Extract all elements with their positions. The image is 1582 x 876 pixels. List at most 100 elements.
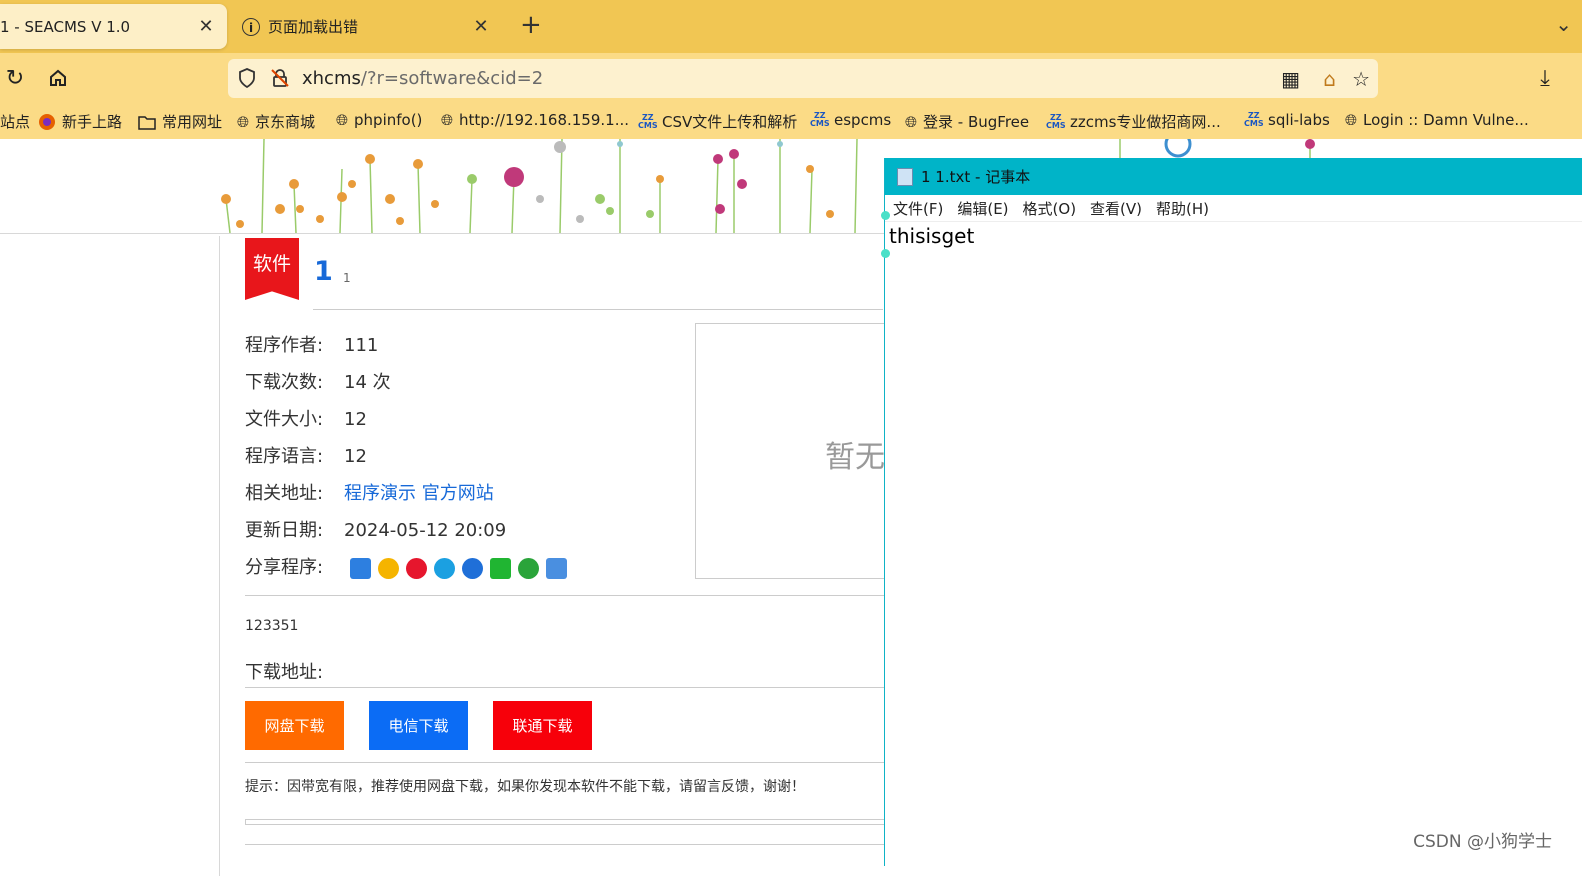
- bookmark-item[interactable]: ZZ CMS CSV文件上传和解析: [638, 111, 797, 132]
- share-print-icon[interactable]: [545, 557, 567, 579]
- bookmark-item[interactable]: 新手上路: [38, 111, 122, 132]
- no-image-text: 暂无: [825, 440, 885, 475]
- download-label: 下载地址:: [245, 662, 324, 683]
- bookmark-item[interactable]: 🌐︎ http://192.168.159.1...: [441, 111, 629, 129]
- notepad-menu-bar: 文件(F) 编辑(E) 格式(O) 查看(V) 帮助(H): [885, 195, 1582, 222]
- bookmark-item[interactable]: 常用网址: [138, 111, 222, 132]
- menu-edit[interactable]: 编辑(E): [957, 198, 1008, 219]
- demo-link[interactable]: 程序演示: [344, 483, 416, 504]
- close-tab-icon[interactable]: ✕: [193, 16, 219, 37]
- info-label: 文件大小:: [245, 409, 324, 430]
- nav-bar: ↻ xhcms/?r=software&cid=2 ▦ ⌂ ☆ ⤓: [0, 53, 1582, 104]
- selection-handle[interactable]: [881, 249, 890, 258]
- qr-code-icon[interactable]: ▦: [1281, 67, 1300, 91]
- menu-file[interactable]: 文件(F): [893, 198, 943, 219]
- share-kaixin-icon[interactable]: [517, 557, 539, 579]
- info-value: 12: [344, 409, 367, 430]
- zzcms-icon: ZZ CMS: [638, 112, 658, 130]
- divider: [245, 595, 885, 596]
- info-label: 分享程序:: [245, 557, 324, 578]
- divider: [245, 844, 885, 845]
- share-qzone-icon[interactable]: [377, 557, 399, 579]
- bookmark-item[interactable]: ZZ CMS sqli-labs: [1244, 111, 1330, 129]
- notepad-title: 1 1.txt - 记事本: [921, 168, 1031, 186]
- bookmark-label: 京东商城: [255, 113, 316, 131]
- url-host: xhcms: [302, 68, 361, 89]
- selection-handle[interactable]: [881, 211, 890, 220]
- download-icon[interactable]: ⤓: [1530, 63, 1560, 93]
- bookmark-label: 站点: [0, 113, 31, 131]
- info-icon: i: [242, 17, 260, 36]
- telecom-download-button[interactable]: 电信下载: [369, 701, 468, 750]
- house-icon[interactable]: ⌂: [1323, 67, 1336, 91]
- star-icon[interactable]: ☆: [1352, 67, 1370, 91]
- bookmark-label: CSV文件上传和解析: [662, 113, 798, 131]
- bookmark-item[interactable]: ZZ CMS zzcms专业做招商网...: [1046, 111, 1221, 132]
- bookmark-item[interactable]: 站点: [0, 111, 30, 132]
- share-more-icon[interactable]: [349, 557, 371, 579]
- watermark: CSDN @小狗学士: [1413, 832, 1552, 852]
- info-date: 更新日期: 2024-05-12 20:09: [245, 516, 506, 542]
- bookmark-item[interactable]: 🌐︎ phpinfo(): [336, 111, 422, 129]
- divider: [245, 687, 885, 688]
- comment-box: [245, 819, 885, 825]
- bookmark-label: 常用网址: [162, 113, 223, 131]
- tab-seacms[interactable]: 1 - SEACMS V 1.0 ✕: [0, 4, 227, 49]
- bookmark-label: phpinfo(): [354, 111, 423, 129]
- address-bar[interactable]: xhcms/?r=software&cid=2 ▦ ⌂ ☆: [228, 59, 1378, 98]
- bookmark-label: zzcms专业做招商网...: [1070, 113, 1221, 131]
- tab-title: 页面加载出错: [268, 18, 359, 36]
- globe-icon: 🌐︎: [336, 111, 349, 129]
- info-value: 2024-05-12 20:09: [344, 520, 507, 541]
- info-size: 文件大小: 12: [245, 405, 367, 431]
- official-site-link[interactable]: 官方网站: [422, 483, 494, 504]
- info-label: 程序语言:: [245, 446, 324, 467]
- bookmark-item[interactable]: 🌐︎ 登录 - BugFree: [905, 111, 1029, 132]
- bookmark-label: http://192.168.159.1...: [459, 111, 630, 129]
- url-path: /?r=software&cid=2: [360, 68, 544, 89]
- tab-title: 1 - SEACMS V 1.0: [0, 17, 131, 36]
- info-label: 相关地址:: [245, 483, 324, 504]
- download-tip: 提示：因带宽有限，推荐使用网盘下载，如果你发现本软件不能下载，请留言反馈，谢谢！: [245, 779, 805, 795]
- menu-help[interactable]: 帮助(H): [1156, 198, 1209, 219]
- globe-icon: 🌐︎: [905, 112, 918, 131]
- reload-icon[interactable]: ↻: [0, 63, 30, 93]
- folder-icon: [138, 114, 156, 130]
- close-tab-icon[interactable]: ✕: [468, 16, 494, 37]
- info-label: 更新日期:: [245, 520, 324, 541]
- notepad-icon: [897, 167, 913, 186]
- divider: [245, 762, 885, 763]
- chevron-down-icon[interactable]: ⌄: [1555, 12, 1572, 36]
- info-value: 111: [344, 335, 379, 356]
- bookmark-item[interactable]: ZZ CMS espcms: [810, 111, 891, 129]
- bookmark-item[interactable]: 🌐︎ Login :: Damn Vulne...: [1345, 111, 1529, 129]
- bookmark-label: Login :: Damn Vulne...: [1363, 111, 1529, 129]
- info-author: 程序作者: 111: [245, 331, 378, 357]
- tab-bar: 1 - SEACMS V 1.0 ✕ i 页面加载出错 ✕ + ⌄: [0, 0, 1582, 53]
- shield-icon: [239, 68, 255, 88]
- menu-format[interactable]: 格式(O): [1023, 198, 1077, 219]
- bookmark-label: espcms: [834, 111, 892, 129]
- firefox-icon: [38, 113, 56, 131]
- pan-download-button[interactable]: 网盘下载: [245, 701, 344, 750]
- info-value: 12: [344, 446, 367, 467]
- share-weibo-icon[interactable]: [405, 557, 427, 579]
- info-share: 分享程序:: [245, 553, 567, 579]
- bookmark-item[interactable]: 🌐︎ 京东商城: [237, 111, 315, 132]
- software-description: 123351: [245, 618, 299, 634]
- notepad-titlebar[interactable]: 1 1.txt - 记事本: [885, 158, 1582, 195]
- unicom-download-button[interactable]: 联通下载: [493, 701, 592, 750]
- divider: [313, 309, 883, 310]
- home-icon[interactable]: [43, 63, 73, 93]
- tab-error-page[interactable]: i 页面加载出错 ✕: [232, 4, 502, 49]
- share-tencent-icon[interactable]: [433, 557, 455, 579]
- notepad-text-area[interactable]: thisisget: [885, 222, 1582, 250]
- url-text[interactable]: xhcms/?r=software&cid=2: [302, 68, 543, 89]
- share-renren-icon[interactable]: [461, 557, 483, 579]
- share-wechat-icon[interactable]: [489, 557, 511, 579]
- zzcms-icon: ZZ CMS: [1244, 111, 1264, 128]
- info-value: 14 次: [344, 372, 391, 393]
- menu-view[interactable]: 查看(V): [1090, 198, 1142, 219]
- new-tab-icon[interactable]: +: [520, 10, 542, 40]
- info-label: 程序作者:: [245, 335, 324, 356]
